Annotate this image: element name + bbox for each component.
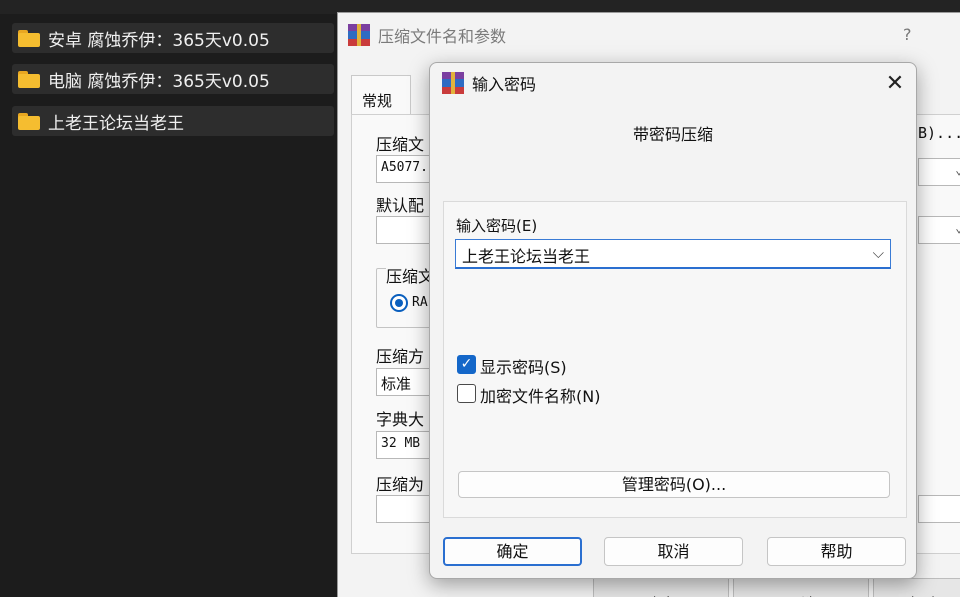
dictionary-dropdown[interactable]: 32 MB [376,431,431,459]
dictionary-label: 字典大 [376,410,425,429]
folder-name: 上老王论坛当老王 [48,113,184,134]
folder-icon [18,70,40,88]
method-label: 压缩方 [376,347,425,366]
password-label: 输入密码(E) [456,217,538,235]
folder-item[interactable]: 安卓 腐蚀乔伊：365天v0.05 [12,23,334,53]
show-password-checkbox[interactable]: ✓ [457,355,476,374]
password-input[interactable]: 上老王论坛当老王 ⌵ [455,239,891,269]
winrar-icon [348,24,370,46]
archive-help-button[interactable]: 帮助 [873,578,960,597]
archive-name-label: 压缩文 [376,135,425,154]
help-icon[interactable]: ? [903,25,912,44]
folder-item[interactable]: 电脑 腐蚀乔伊：365天v0.05 [12,64,334,94]
archive-dialog-title: 压缩文件名和参数 [378,27,507,46]
folder-name: 安卓 腐蚀乔伊：365天v0.05 [48,30,270,51]
help-button[interactable]: 帮助 [767,537,906,566]
show-password-label[interactable]: 显示密码(S) [480,354,567,378]
split-volumes-unit[interactable] [918,495,960,523]
method-dropdown[interactable]: 标准 [376,368,431,396]
cancel-button[interactable]: 取消 [604,537,743,566]
enter-password-dialog: 输入密码 ✕ 带密码压缩 输入密码(E) 上老王论坛当老王 ⌵ ✓ 显示密码(S… [429,62,917,579]
archive-dialog-titlebar[interactable]: 压缩文件名和参数 [338,13,960,57]
password-dialog-header: 带密码压缩 [632,125,713,144]
split-volumes-input[interactable] [376,495,431,523]
winrar-icon [442,72,464,94]
folder-item[interactable]: 上老王论坛当老王 [12,106,334,136]
manage-passwords-button[interactable]: 管理密码(O)... [458,471,890,498]
password-dialog-titlebar[interactable]: 输入密码 [430,63,916,103]
archive-format-label: 压缩文 [386,263,431,287]
folder-icon [18,112,40,130]
ok-button[interactable]: 确定 [443,537,582,566]
format-option-label: RA [412,295,428,310]
encrypt-filenames-label[interactable]: 加密文件名称(N) [480,383,600,407]
chevron-down-icon[interactable]: ⌵ [873,244,884,262]
split-volumes-label: 压缩为 [376,475,425,494]
browse-button[interactable]: B)... [918,124,960,142]
close-icon[interactable]: ✕ [882,71,908,97]
profile-dropdown-right[interactable]: ⌄ [918,216,960,244]
password-value: 上老王论坛当老王 [462,247,591,266]
password-dialog-title: 输入密码 [472,75,537,94]
format-radio[interactable] [390,294,408,312]
archive-name-dropdown[interactable]: ⌄ [918,158,960,186]
profile-dropdown[interactable] [376,216,431,244]
archive-name-input[interactable]: A5077. [376,155,431,183]
archive-cancel-button[interactable]: 取消 [733,578,869,597]
tab-general[interactable]: 常规 [351,75,411,115]
encrypt-filenames-checkbox[interactable] [457,384,476,403]
archive-ok-button[interactable]: 确定 [593,578,729,597]
folder-icon [18,29,40,47]
folder-name: 电脑 腐蚀乔伊：365天v0.05 [48,71,270,92]
default-profile-label: 默认配 [376,196,425,215]
